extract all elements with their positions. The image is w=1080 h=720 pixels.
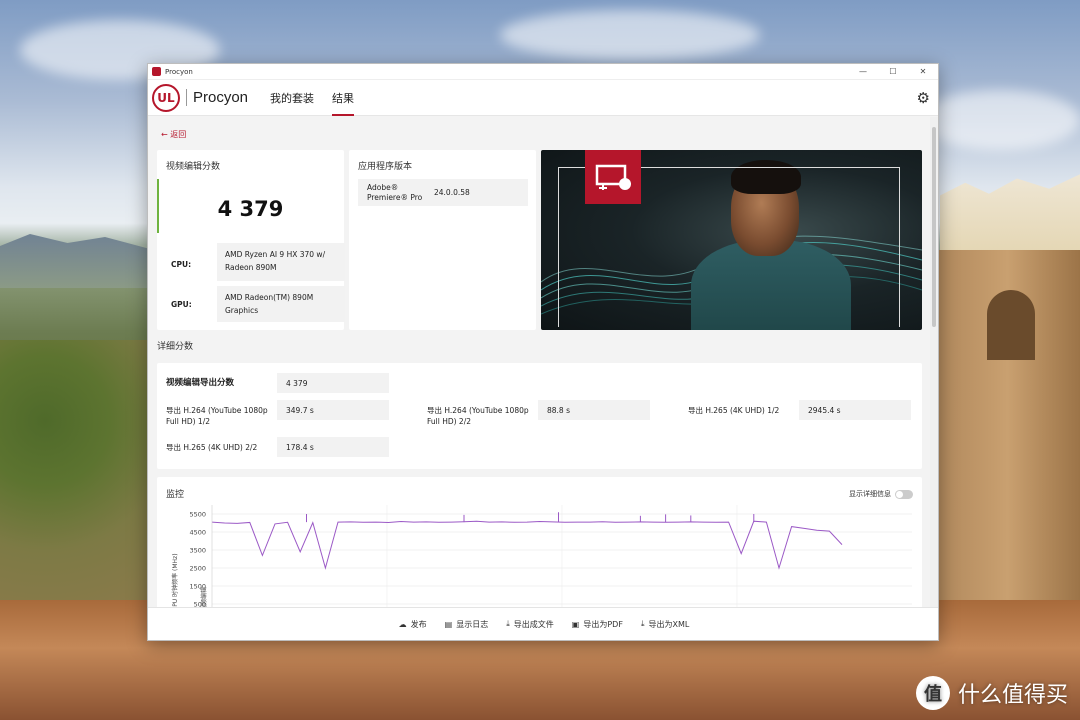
export-file-label: 导出成文件 (513, 619, 554, 629)
detail-value-h264-2: 88.8 s (538, 400, 650, 420)
app-window: Procyon — ☐ ✕ UL Procyon 我的套装 结果 ⚙ ← 返回 … (147, 63, 939, 641)
y-axis-label: CPU 时钟频率 (MHz) (171, 553, 179, 607)
back-label: 返回 (170, 130, 187, 139)
detail-label-h264-1: 导出 H.264 (YouTube 1080p Full HD) 1/2 (166, 406, 268, 426)
y-tick-label: 2500 (189, 565, 206, 573)
app-version-row: Adobe® Premiere® Pro 24.0.0.58 (358, 179, 528, 206)
series-label: 视频编辑 (200, 587, 208, 607)
vegetation (0, 340, 150, 610)
details-toggle-wrap: 显示详细信息 (849, 489, 913, 499)
close-icon[interactable]: ✕ (908, 67, 938, 76)
export-file-button[interactable]: ⤓ 导出成文件 (506, 619, 554, 630)
monitoring-card: 监控 显示详细信息 5500 4500 3500 2500 1500 500 CPU 时钟频… (157, 477, 922, 607)
town (940, 174, 1080, 255)
details-section-title: 详细分数 (157, 342, 194, 352)
series-line (211, 520, 843, 570)
total-export-label: 视频编辑导出分数 (166, 378, 235, 388)
minimize-icon[interactable]: — (848, 67, 878, 76)
cpu-label: CPU: (171, 260, 192, 269)
app-header: UL Procyon 我的套装 结果 ⚙ (148, 80, 938, 116)
watermark-logo-icon: 值 (915, 676, 950, 710)
detail-value-h265-1: 2945.4 s (799, 400, 911, 420)
detail-label-h265-2: 导出 H.265 (4K UHD) 2/2 (166, 443, 258, 452)
publish-label: 发布 (410, 619, 427, 629)
cpu-clock-chart: 55004500350025001500500CPU 时钟频率 (MHz) 视频编… (171, 505, 912, 607)
cloud (500, 10, 760, 60)
watermark: 值 什么值得买 (915, 676, 1068, 710)
cloud-upload-icon: ☁ (398, 619, 407, 629)
app-icon (152, 67, 161, 76)
detail-value-h265-2: 178.4 s (277, 437, 389, 457)
app-version: 24.0.0.58 (434, 188, 470, 197)
download-icon: ⤓ (640, 619, 645, 628)
results-content: ← 返回 视频编辑分数 4 379 CPU: AMD Ryzen AI 9 HX… (148, 117, 930, 607)
overall-score: 4 379 (217, 197, 284, 221)
gpu-value: AMD Radeon(TM) 890M Graphics (217, 286, 345, 322)
y-tick-label: 3500 (189, 547, 206, 555)
bridge-arch (987, 290, 1035, 360)
export-xml-button[interactable]: ⤓ 导出为XML (641, 619, 689, 630)
video-export-icon (585, 150, 641, 204)
publish-button[interactable]: ☁ 发布 (399, 619, 427, 630)
document-icon: ▤ (444, 619, 453, 629)
detail-label-h265-1: 导出 H.265 (4K UHD) 1/2 (688, 406, 780, 415)
total-export-value: 4 379 (277, 373, 389, 393)
maximize-icon[interactable]: ☐ (878, 67, 908, 76)
cpu-value: AMD Ryzen AI 9 HX 370 w/ Radeon 890M (217, 243, 345, 281)
pdf-icon: ▣ (571, 619, 580, 629)
detail-label-h264-2: 导出 H.264 (YouTube 1080p Full HD) 2/2 (427, 406, 529, 426)
scroll-thumb[interactable] (932, 127, 936, 327)
gear-icon[interactable]: ⚙ (917, 89, 930, 107)
y-tick-label: 4500 (189, 529, 206, 537)
detail-value-h264-1: 349.7 s (277, 400, 389, 420)
version-card: 应用程序版本 Adobe® Premiere® Pro 24.0.0.58 (349, 150, 536, 330)
window-controls: — ☐ ✕ (848, 67, 938, 76)
scrollbar[interactable] (930, 117, 938, 607)
show-log-label: 显示日志 (456, 619, 489, 629)
back-link[interactable]: ← 返回 (161, 129, 186, 140)
brand-name: Procyon (186, 89, 248, 106)
version-card-title: 应用程序版本 (358, 162, 413, 172)
gpu-label: GPU: (171, 300, 192, 309)
score-card: 视频编辑分数 4 379 CPU: AMD Ryzen AI 9 HX 370 … (157, 150, 345, 330)
tab-my-suites[interactable]: 我的套装 (270, 80, 314, 116)
show-log-button[interactable]: ▤ 显示日志 (445, 619, 489, 630)
export-xml-label: 导出为XML (648, 619, 690, 629)
tab-results[interactable]: 结果 (332, 80, 355, 116)
hero-image (541, 150, 922, 330)
app-name: Adobe® Premiere® Pro (367, 182, 423, 202)
ul-logo: UL (152, 83, 180, 112)
toggle-label: 显示详细信息 (849, 490, 891, 498)
download-icon: ⤓ (506, 619, 510, 628)
title-bar: Procyon — ☐ ✕ (148, 64, 938, 80)
score-card-title: 视频编辑分数 (166, 162, 221, 172)
footer-toolbar: ☁ 发布 ▤ 显示日志 ⤓ 导出成文件 ▣ 导出为PDF ⤓ 导出为XML (148, 607, 938, 640)
mountain (0, 234, 150, 288)
detail-scores-card: 视频编辑导出分数 4 379 导出 H.264 (YouTube 1080p F… (157, 363, 922, 469)
cloud (920, 90, 1080, 150)
window-title: Procyon (165, 67, 193, 76)
export-pdf-label: 导出为PDF (583, 619, 623, 629)
details-toggle[interactable] (895, 489, 913, 499)
y-tick-label: 5500 (189, 511, 206, 519)
export-pdf-button[interactable]: ▣ 导出为PDF (572, 619, 623, 630)
watermark-text: 什么值得买 (957, 683, 1068, 708)
monitor-title: 监控 (166, 490, 185, 500)
